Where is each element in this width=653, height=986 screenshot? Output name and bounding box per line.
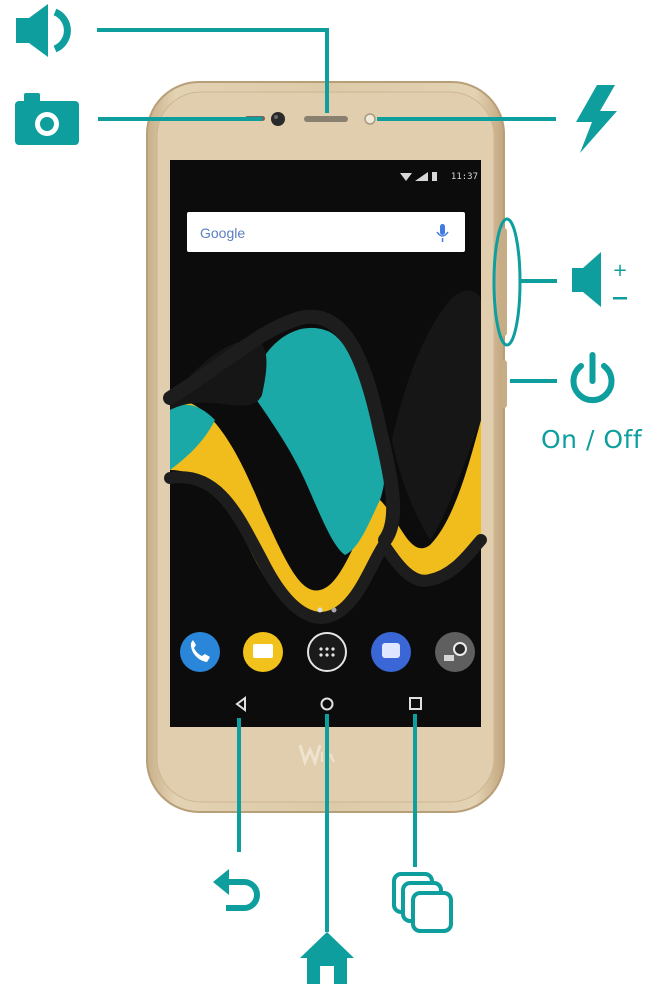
volume-rocker [500,228,507,336]
speaker-icon [16,4,71,57]
status-time: 11:37 [451,172,478,182]
power-label: On / Off [541,425,643,454]
home-icon [300,932,354,984]
message-icon [253,644,273,658]
phone: 11:37 Google [146,81,507,813]
search-brand-text: Google [200,225,245,241]
front-camera-lens [271,112,285,126]
power-key [501,360,507,408]
front-flash-led [364,113,376,125]
dock-app-drawer[interactable] [307,632,347,672]
flash-icon [576,85,617,153]
page-dot [317,607,323,613]
earpiece [304,116,348,122]
svg-text:+: + [612,260,627,281]
back-icon [213,869,260,911]
dock-app-chat[interactable] [371,632,411,672]
dock-app-camera[interactable] [435,632,475,672]
dock-app-phone[interactable] [180,632,220,672]
chat-icon [382,643,400,658]
page-dot [331,607,337,613]
camera-app-lens-icon [453,642,467,656]
recent-apps-icon [392,872,453,933]
front-camera-glint [274,115,278,119]
dock-app-messages[interactable] [243,632,283,672]
camera-icon [15,93,79,145]
volume-icon: + [572,252,628,307]
google-search-bar[interactable]: Google [187,212,465,252]
battery-icon [432,172,437,181]
phone-diagram: 11:37 Google + [15,4,628,984]
power-icon [570,352,615,404]
